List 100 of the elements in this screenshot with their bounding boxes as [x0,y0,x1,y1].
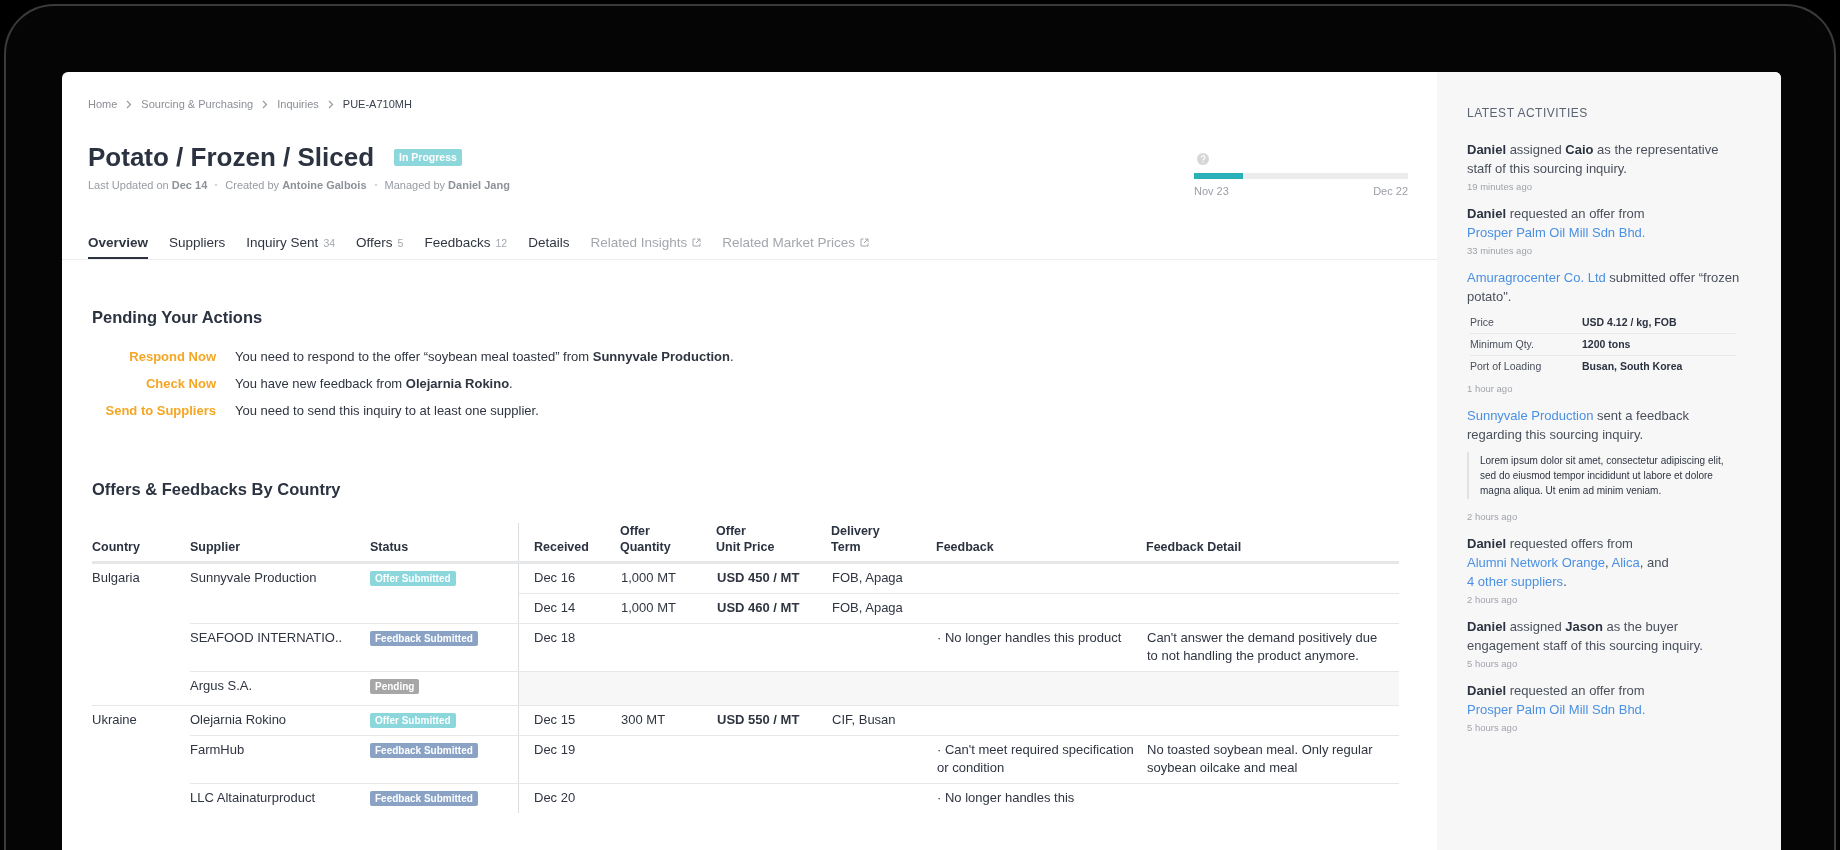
chevron-right-icon [262,99,269,109]
table-cell: Dec 14 [534,600,576,615]
activity-time: 5 hours ago [1467,658,1519,669]
column-header: Feedback [936,540,994,554]
status-badge: Pending [370,679,420,694]
column-header: Offer Quantity [620,524,671,554]
status-badge: Offer Submitted [370,713,456,728]
tab-label: Offers [356,235,393,250]
table-cell: FOB, Apaga [832,570,903,585]
status-badge: Feedback Submitted [370,743,478,758]
activity-link[interactable]: Prosper Palm Oil Mill Sdn Bhd. [1467,702,1646,717]
table-cell: 1,000 MT [621,600,676,615]
chevron-right-icon [126,99,133,109]
activity-time: 19 minutes ago [1467,181,1533,192]
external-link-icon [860,238,870,247]
column-header: Received [534,539,589,555]
tab-label: Related Market Prices [722,235,856,250]
action-link[interactable]: Check Now [92,376,216,392]
tab-count: 12 [495,236,508,249]
timeline-end-date: Dec 22 [1373,185,1408,197]
meta-info: Managed by Daniel Jang [384,179,510,191]
activity-time: 2 hours ago [1467,594,1519,605]
tab-label: Suppliers [169,235,226,250]
tab[interactable]: Offers 5 [356,235,404,259]
country-name: Bulgaria [92,570,140,585]
activity-text: Daniel requested offers from Alumni Network Orange, Alica, and 4 other suppliers. [1467,535,1670,591]
activity-time: 2 hours ago [1467,511,1519,522]
table-cell: USD 550 / MT [717,712,800,727]
breadcrumb-link[interactable]: Home [88,98,118,110]
table-cell: USD 460 / MT [717,600,800,615]
table-cell: No toasted soybean meal. Only regular soybean oilcake and meal [1147,742,1373,775]
tab-label: Feedbacks [424,235,491,250]
action-message: You need to respond to the offer “soybean meal toasted” from Sunnyvale Production. [235,349,734,365]
table-cell: FOB, Apaga [832,600,903,615]
detail-value: USD 4.12 / kg, FOB [1582,316,1677,328]
page-title: Potato / Frozen / Sliced [88,141,375,174]
tab[interactable]: Related Insights [590,235,702,259]
tab[interactable]: Related Market Prices [722,235,870,259]
table-cell: 300 MT [621,712,666,727]
tab-label: Details [528,235,570,250]
supplier-name: LLC Altainaturproduct [190,790,316,805]
table-cell: Dec 18 [534,630,576,645]
tab[interactable]: Inquiry Sent 34 [246,235,336,259]
table-cell: Dec 15 [534,712,576,727]
table-cell: Dec 20 [534,790,576,805]
table-cell: · No longer handles this [937,790,1075,805]
action-link[interactable]: Send to Suppliers [92,403,216,419]
activity-link[interactable]: Amuragrocenter Co. Ltd [1467,270,1606,285]
activity-link[interactable]: Alumni Network Orange [1467,555,1605,570]
activity-link[interactable]: Prosper Palm Oil Mill Sdn Bhd. [1467,225,1646,240]
tab-count: 5 [397,236,404,249]
action-link[interactable]: Respond Now [92,349,216,365]
status-badge: In Progress [394,148,462,166]
column-header: Offer Unit Price [716,524,775,554]
breadcrumb-link[interactable]: PUE-A710MH [342,98,412,110]
table-cell: · No longer handles this product [937,630,1122,645]
meta-info: Created by Antoine Galbois [225,179,367,191]
breadcrumb-link[interactable]: Inquiries [277,98,319,110]
activity-time: 33 minutes ago [1467,245,1533,256]
tab-label: Related Insights [590,235,688,250]
section-heading: Pending Your Actions [92,308,264,327]
column-header: Country [92,540,140,554]
table-cell: 1,000 MT [621,570,676,585]
tab[interactable]: Details [528,235,570,259]
action-message: You have new feedback from Olejarnia Rokino. [235,376,513,392]
activity-time: 1 hour ago [1467,383,1514,394]
activity-text: Daniel assigned Jason as the buyer engagement staff of this sourcing inquiry. [1467,618,1704,655]
status-badge: Feedback Submitted [370,791,478,806]
activity-link[interactable]: Sunnyvale Production [1467,408,1594,423]
supplier-name: Argus S.A. [190,678,253,693]
column-header: Status [370,540,409,554]
external-link-icon [692,238,702,247]
activity-text: Daniel requested an offer from Prosper Palm Oil Mill Sdn Bhd. [1467,205,1647,242]
feedback-quote: Lorem ipsum dolor sit amet, consectetur adipiscing elit, sed do eiusmod tempor incididunt ut labore et dolore magna aliqua. Ut enim ad minim veniam. [1467,452,1741,499]
tab-count: 34 [323,236,336,249]
column-header: Supplier [190,540,240,554]
tab[interactable]: Suppliers [169,235,226,259]
table-cell: · Can't meet required specification or condition [937,742,1134,775]
status-badge: Feedback Submitted [370,631,478,646]
table-cell: Can't answer the demand positively due to not handling the product anymore. [1147,630,1378,663]
status-badge: Offer Submitted [370,571,456,586]
detail-value: Busan, South Korea [1582,360,1683,372]
activity-text: Sunnyvale Production sent a feedback regarding this sourcing inquiry. [1467,407,1690,444]
breadcrumb-link[interactable]: Sourcing & Purchasing [141,98,254,110]
activity-text: Amuragrocenter Co. Ltd submitted offer “frozen potato". [1467,269,1741,306]
supplier-name: FarmHub [190,742,245,757]
supplier-name: Olejarnia Rokino [190,712,287,727]
column-header: Feedback Detail [1146,540,1242,554]
section-heading: LATEST ACTIVITIES [1467,106,1589,120]
section-heading: Offers & Feedbacks By Country [92,480,342,499]
table-cell: Dec 19 [534,742,576,757]
tab[interactable]: Overview [88,235,149,259]
tab[interactable]: Feedbacks 12 [424,235,508,259]
country-name: Ukraine [92,712,137,727]
column-header: Delivery Term [831,524,880,554]
table-cell: CIF, Busan [832,712,896,727]
help-icon[interactable] [1197,153,1209,165]
activity-link[interactable]: Alica [1611,555,1640,570]
table-cell: USD 450 / MT [717,570,800,585]
activity-time: 5 hours ago [1467,722,1519,733]
